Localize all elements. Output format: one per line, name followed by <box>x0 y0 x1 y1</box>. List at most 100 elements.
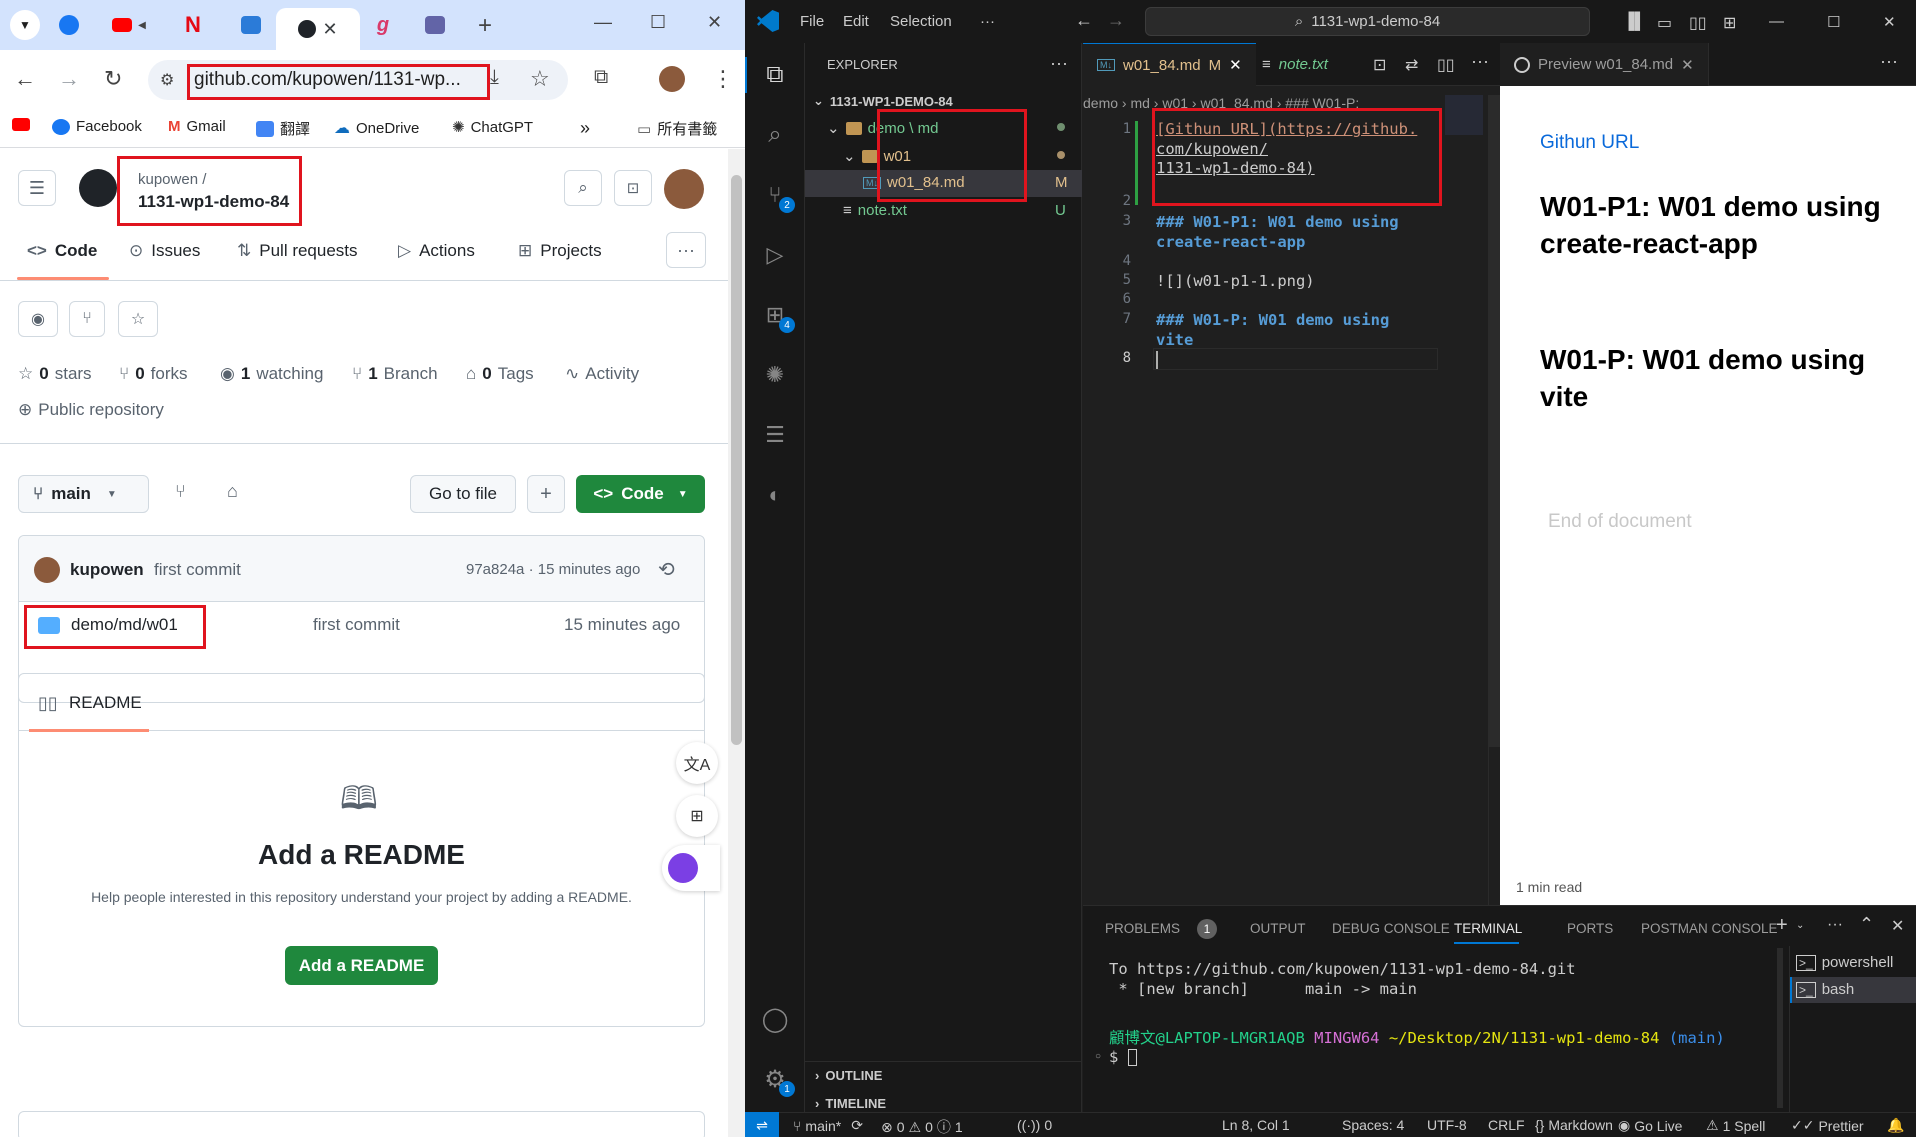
tab-facebook[interactable] <box>46 8 92 42</box>
fork-button[interactable]: ⑂ <box>69 301 105 337</box>
extensions-icon[interactable]: ⊞ 4 <box>759 299 795 333</box>
explorer-more-icon[interactable]: ··· <box>1050 53 1068 74</box>
translate-float-button[interactable]: 文A <box>676 742 718 784</box>
editor-more-icon[interactable]: ··· <box>1471 51 1489 72</box>
status-go-live[interactable]: ◉ Go Live <box>1618 1117 1682 1134</box>
split-editor-icon[interactable]: ▯▯ <box>1437 55 1455 75</box>
add-readme-button[interactable]: Add a README <box>285 946 438 985</box>
close-tab-icon[interactable]: ✕ <box>322 19 337 40</box>
terminal-tab-powershell[interactable]: >_ powershell <box>1796 954 1893 971</box>
repo-owner[interactable]: kupowen / <box>138 171 206 188</box>
watching-link[interactable]: ◉ 1 watching <box>220 364 323 384</box>
settings-gear-icon[interactable]: ⚙ 1 <box>759 1063 795 1097</box>
code-line-3a[interactable]: ### W01-P1: W01 demo using <box>1156 213 1399 231</box>
status-ports[interactable]: ((·)) 0 <box>1017 1117 1052 1133</box>
branches-icon[interactable]: ⑂ <box>175 481 186 502</box>
nav-back-icon[interactable]: ← <box>1075 10 1093 31</box>
tab-ai[interactable]: g <box>360 8 406 42</box>
code-line-7a[interactable]: ### W01-P: W01 demo using <box>1156 311 1389 329</box>
explorer-icon[interactable]: ⧉ <box>759 59 791 91</box>
reload-icon[interactable]: ↻ <box>104 66 122 92</box>
new-terminal-icon[interactable]: + <box>1776 914 1788 937</box>
bookmark-facebook[interactable]: Facebook <box>52 118 142 135</box>
tab-projects[interactable]: ⊞ Projects <box>518 241 602 261</box>
repo-name[interactable]: 1131-wp1-demo-84 <box>138 192 289 212</box>
notifications-bell-icon[interactable]: 🔔 <box>1887 1117 1904 1134</box>
stars-link[interactable]: ☆ 0 stars <box>18 364 92 384</box>
status-cursor-position[interactable]: Ln 8, Col 1 <box>1222 1117 1290 1133</box>
search-icon[interactable]: ⌕ <box>759 119 791 151</box>
extensions-icon[interactable]: ⧉ <box>594 66 608 89</box>
preview-more-icon[interactable]: ··· <box>1880 51 1898 72</box>
bookmark-onedrive[interactable]: ☁ OneDrive <box>334 118 419 138</box>
commit-author-avatar[interactable] <box>34 557 60 583</box>
status-spell[interactable]: ⚠ 1 Spell <box>1706 1117 1765 1134</box>
tree-outline-icon[interactable]: ☰ <box>759 419 791 451</box>
bookmarks-more-button[interactable]: » <box>580 118 590 139</box>
maximize-panel-icon[interactable]: ⌃ <box>1859 914 1874 935</box>
go-to-file-button[interactable]: Go to file <box>410 475 516 513</box>
code-dropdown-button[interactable]: <> Code ▼ <box>576 475 705 513</box>
remote-indicator-icon[interactable]: ⇌ <box>745 1112 779 1137</box>
postman-icon[interactable]: ◐ <box>759 479 791 511</box>
panel-tab-terminal[interactable]: TERMINAL <box>1454 921 1522 936</box>
back-icon[interactable]: ← <box>14 66 36 92</box>
more-tabs-button[interactable]: ··· <box>666 232 706 268</box>
status-branch[interactable]: ⑂ main* ⟳ <box>793 1117 863 1134</box>
bookmark-translate[interactable]: 翻譯 <box>256 118 310 139</box>
status-encoding[interactable]: UTF-8 <box>1427 1117 1467 1133</box>
code-line-1c[interactable]: 1131-wp1-demo-84) <box>1156 159 1315 177</box>
commit-author[interactable]: kupowen <box>70 560 144 580</box>
tree-folder-w01[interactable]: ⌄ w01 <box>843 147 911 166</box>
code-line-1b[interactable]: com/kupowen/ <box>1156 140 1268 158</box>
tab-search-button[interactable]: ▼ <box>10 10 40 40</box>
tab-youtube[interactable]: ◀ <box>104 8 154 42</box>
workspace-root[interactable]: ⌄ 1131-WP1-DEMO-84 <box>813 93 953 109</box>
hamburger-menu-button[interactable]: ☰ <box>18 170 56 206</box>
chatgpt-icon[interactable]: ✺ <box>759 359 791 391</box>
tab-teams-1[interactable] <box>228 8 274 42</box>
command-center[interactable]: ⌕ 1131-wp1-demo-84 <box>1145 7 1590 36</box>
file-row-message[interactable]: first commit <box>313 615 400 635</box>
minimap[interactable] <box>1445 95 1483 135</box>
all-bookmarks-folder[interactable]: ▭ 所有書籤 <box>637 118 717 139</box>
close-tab-icon[interactable]: ✕ <box>1229 56 1242 74</box>
tab-actions[interactable]: ▷ Actions <box>398 241 475 261</box>
panel-tab-problems[interactable]: PROBLEMS <box>1105 921 1180 936</box>
menu-file[interactable]: File <box>800 13 824 30</box>
assistant-float-button[interactable] <box>662 845 720 891</box>
status-eol[interactable]: CRLF <box>1488 1117 1525 1133</box>
file-row-name[interactable]: demo/md/w01 <box>71 615 178 635</box>
bookmark-youtube[interactable] <box>12 118 36 131</box>
tab-w01-84-md[interactable]: M↓ w01_84.md M ✕ <box>1083 43 1256 86</box>
menu-selection[interactable]: Selection <box>890 13 952 30</box>
forks-link[interactable]: ⑂ 0 forks <box>119 364 188 384</box>
scrollbar-thumb[interactable] <box>731 175 742 745</box>
tab-netflix[interactable]: N <box>170 8 216 42</box>
terminal-tab-bash[interactable]: >_ bash <box>1796 981 1854 998</box>
panel-tab-debug-console[interactable]: DEBUG CONSOLE <box>1332 921 1450 936</box>
code-line-3b[interactable]: create-react-app <box>1156 233 1305 251</box>
panel-more-icon[interactable]: ··· <box>1827 916 1843 934</box>
close-window-button[interactable]: ✕ <box>1883 13 1896 31</box>
tab-note-txt[interactable]: ≡ note.txt <box>1248 43 1342 86</box>
history-icon[interactable]: ⟲ <box>658 557 675 582</box>
tree-file-note-txt[interactable]: ≡ note.txt <box>843 202 907 219</box>
tab-github[interactable]: ✕ <box>276 8 360 50</box>
status-prettier[interactable]: ✓✓ Prettier <box>1791 1117 1864 1134</box>
breadcrumb[interactable]: demo › md › w01 › w01_84.md › ### W01-P: <box>1083 95 1413 111</box>
code-line-5[interactable]: ![](w01-p1-1.png) <box>1156 272 1315 290</box>
outline-section[interactable]: › OUTLINE <box>815 1068 882 1083</box>
bookmark-chatgpt[interactable]: ✺ ChatGPT <box>452 118 533 137</box>
nav-forward-icon[interactable]: → <box>1107 10 1125 31</box>
star-button[interactable]: ☆ <box>118 301 158 337</box>
github-logo-icon[interactable] <box>79 169 117 207</box>
install-app-icon[interactable]: ⤓ <box>490 66 499 89</box>
url-text[interactable]: github.com/kupowen/1131-wp... <box>194 69 461 91</box>
maximize-button[interactable]: ☐ <box>650 12 666 33</box>
commit-hash-time[interactable]: 97a824a · 15 minutes ago <box>466 561 640 578</box>
tab-teams-2[interactable] <box>412 8 458 42</box>
user-avatar[interactable] <box>664 169 704 209</box>
menu-kebab-icon[interactable]: ⋮ <box>712 66 734 92</box>
compare-changes-icon[interactable]: ⇄ <box>1405 55 1418 75</box>
